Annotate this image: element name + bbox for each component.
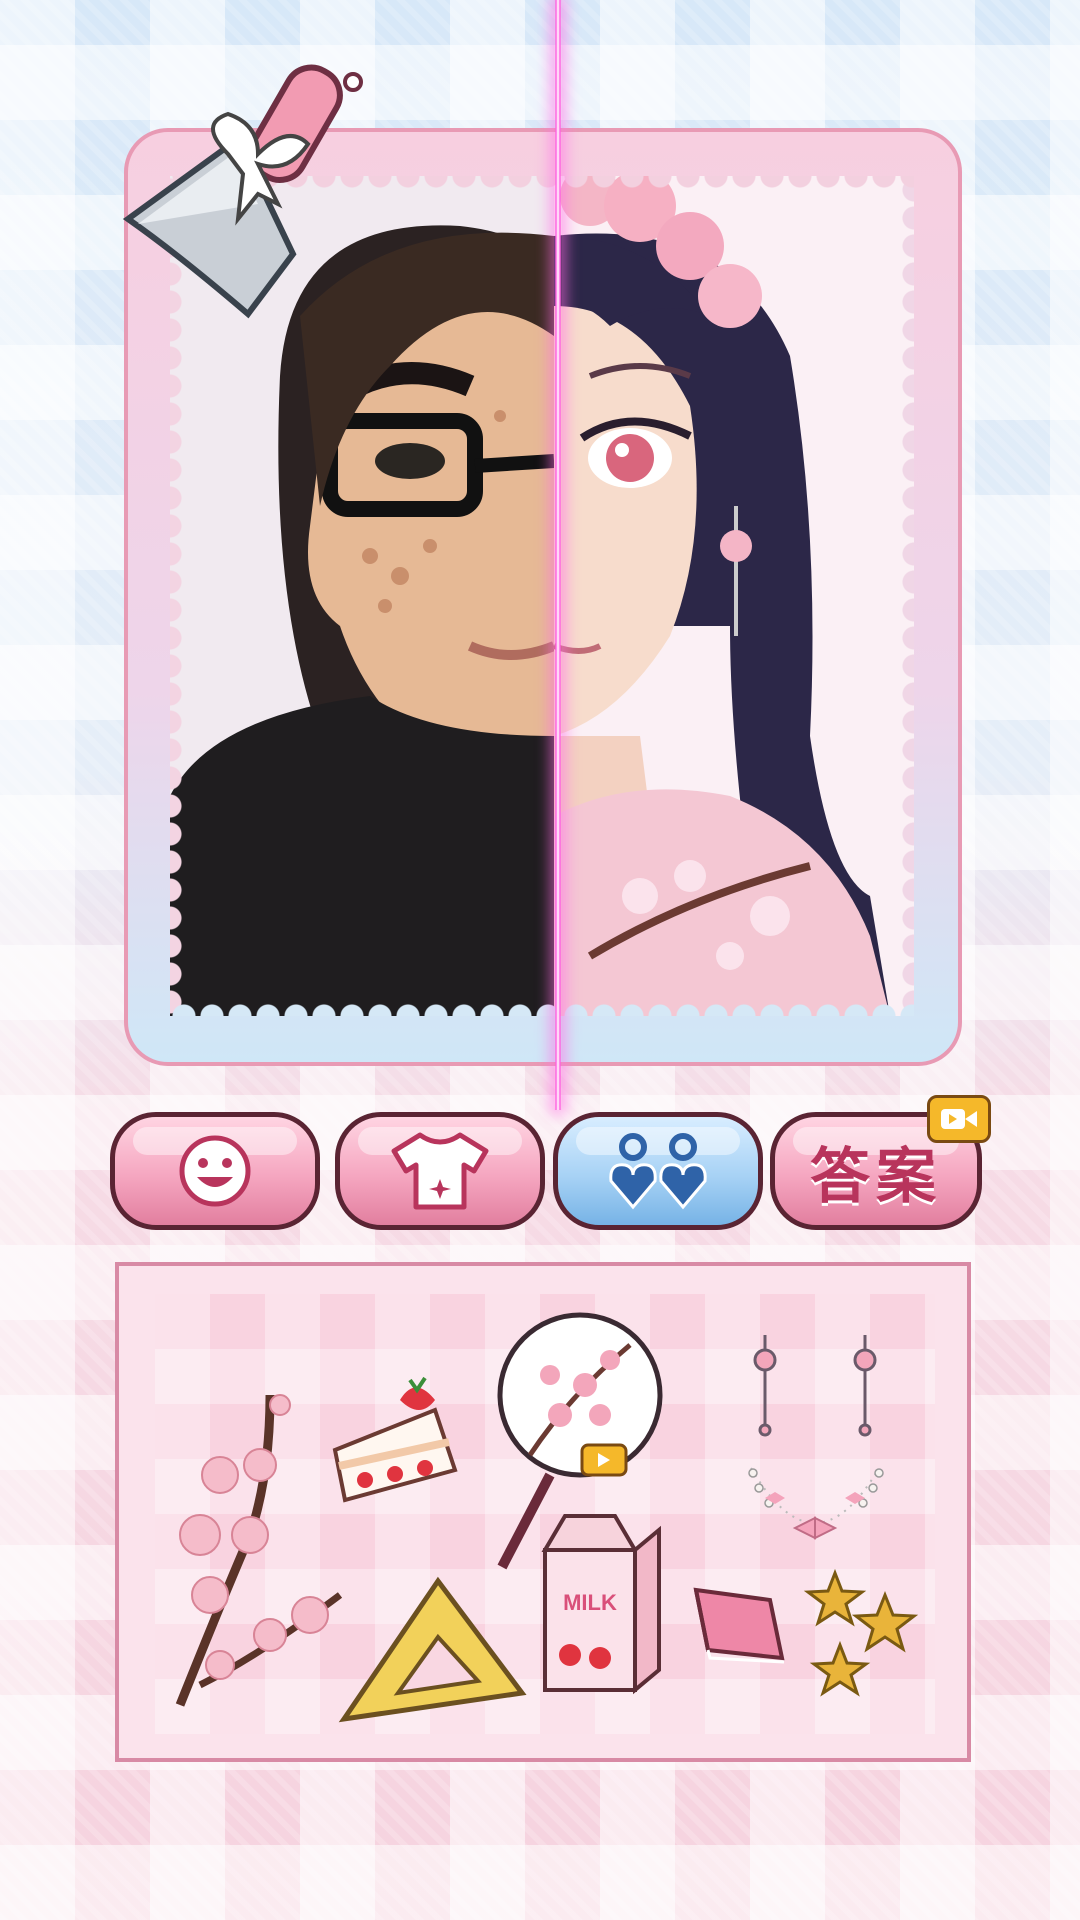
- answer-button[interactable]: 答案: [770, 1095, 991, 1230]
- video-ad-icon: [580, 1443, 628, 1477]
- blossom-branch-icon[interactable]: [160, 1385, 350, 1715]
- book-icon[interactable]: [690, 1580, 790, 1665]
- set-square-icon[interactable]: [338, 1575, 528, 1725]
- video-ad-icon: [927, 1095, 991, 1143]
- tab-face[interactable]: [110, 1112, 320, 1230]
- necklace-icon[interactable]: [745, 1458, 885, 1558]
- answer-button-label: 答案: [810, 1141, 942, 1212]
- milk-carton-icon[interactable]: MILK: [535, 1510, 665, 1700]
- after-half: [552, 176, 914, 1016]
- tab-clothes[interactable]: [335, 1112, 545, 1230]
- scraper-tool-icon[interactable]: [118, 44, 408, 344]
- svg-text:MILK: MILK: [563, 1590, 617, 1615]
- before-after-divider[interactable]: [554, 0, 562, 1110]
- heart-earrings-icon: [609, 1133, 707, 1210]
- earrings-icon[interactable]: [745, 1330, 885, 1440]
- smiley-face-icon: [179, 1135, 251, 1207]
- star-icon[interactable]: [800, 1565, 920, 1705]
- tshirt-icon: [391, 1132, 489, 1210]
- cake-slice-icon[interactable]: [325, 1370, 465, 1510]
- tab-accessories[interactable]: [553, 1112, 763, 1230]
